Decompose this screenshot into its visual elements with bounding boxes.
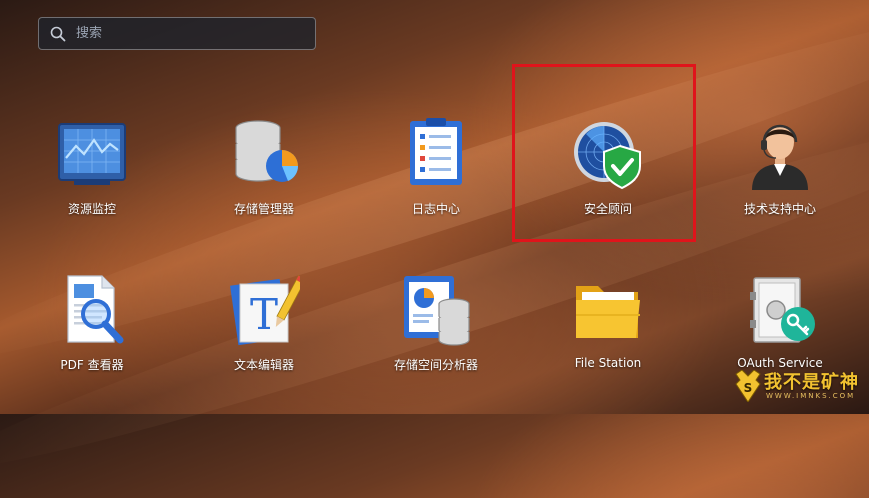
search-box[interactable] (38, 17, 316, 50)
app-label: 存储空间分析器 (393, 358, 478, 372)
search-icon (50, 26, 66, 41)
oauth-service-icon (750, 277, 815, 343)
app-file-station[interactable]: File Station (528, 274, 688, 394)
app-log-center[interactable]: 日志中心 (356, 118, 516, 238)
svg-text:T: T (250, 290, 278, 339)
app-label: 文本编辑器 (233, 358, 294, 372)
storage-manager-icon (235, 120, 299, 182)
app-storage-analyzer[interactable]: 存储空间分析器 (356, 274, 516, 394)
app-pdf-viewer[interactable]: PDF 查看器 (12, 274, 172, 394)
highlight-box (512, 64, 696, 242)
app-resource-monitor[interactable]: 资源监控 (12, 118, 172, 238)
app-storage-manager[interactable]: 存储管理器 (184, 118, 344, 238)
storage-analyzer-icon (404, 276, 470, 346)
log-center-icon (410, 118, 462, 185)
app-label: 资源监控 (67, 202, 116, 216)
app-label: File Station (574, 356, 642, 370)
app-label: 存储管理器 (233, 202, 294, 216)
support-center-icon (752, 124, 808, 190)
search-input[interactable] (74, 25, 298, 42)
app-label: PDF 查看器 (60, 358, 124, 372)
app-label: 技术支持中心 (743, 202, 816, 216)
app-support-center[interactable]: 技术支持中心 (700, 118, 860, 238)
file-station-icon (576, 286, 640, 338)
app-text-editor[interactable]: T 文本编辑器 (184, 274, 344, 394)
app-label: 日志中心 (411, 202, 460, 216)
resource-monitor-icon (58, 123, 126, 185)
watermark-url: WWW.IMNKS.COM (766, 392, 856, 400)
watermark: S 我不是矿神 WWW.IMNKS.COM (732, 366, 862, 408)
svg-text:S: S (744, 381, 753, 395)
watermark-text: 我不是矿神 (764, 372, 859, 393)
watermark-logo-icon: S (735, 370, 761, 402)
pdf-viewer-icon (67, 275, 124, 344)
text-editor-icon: T (230, 275, 300, 346)
